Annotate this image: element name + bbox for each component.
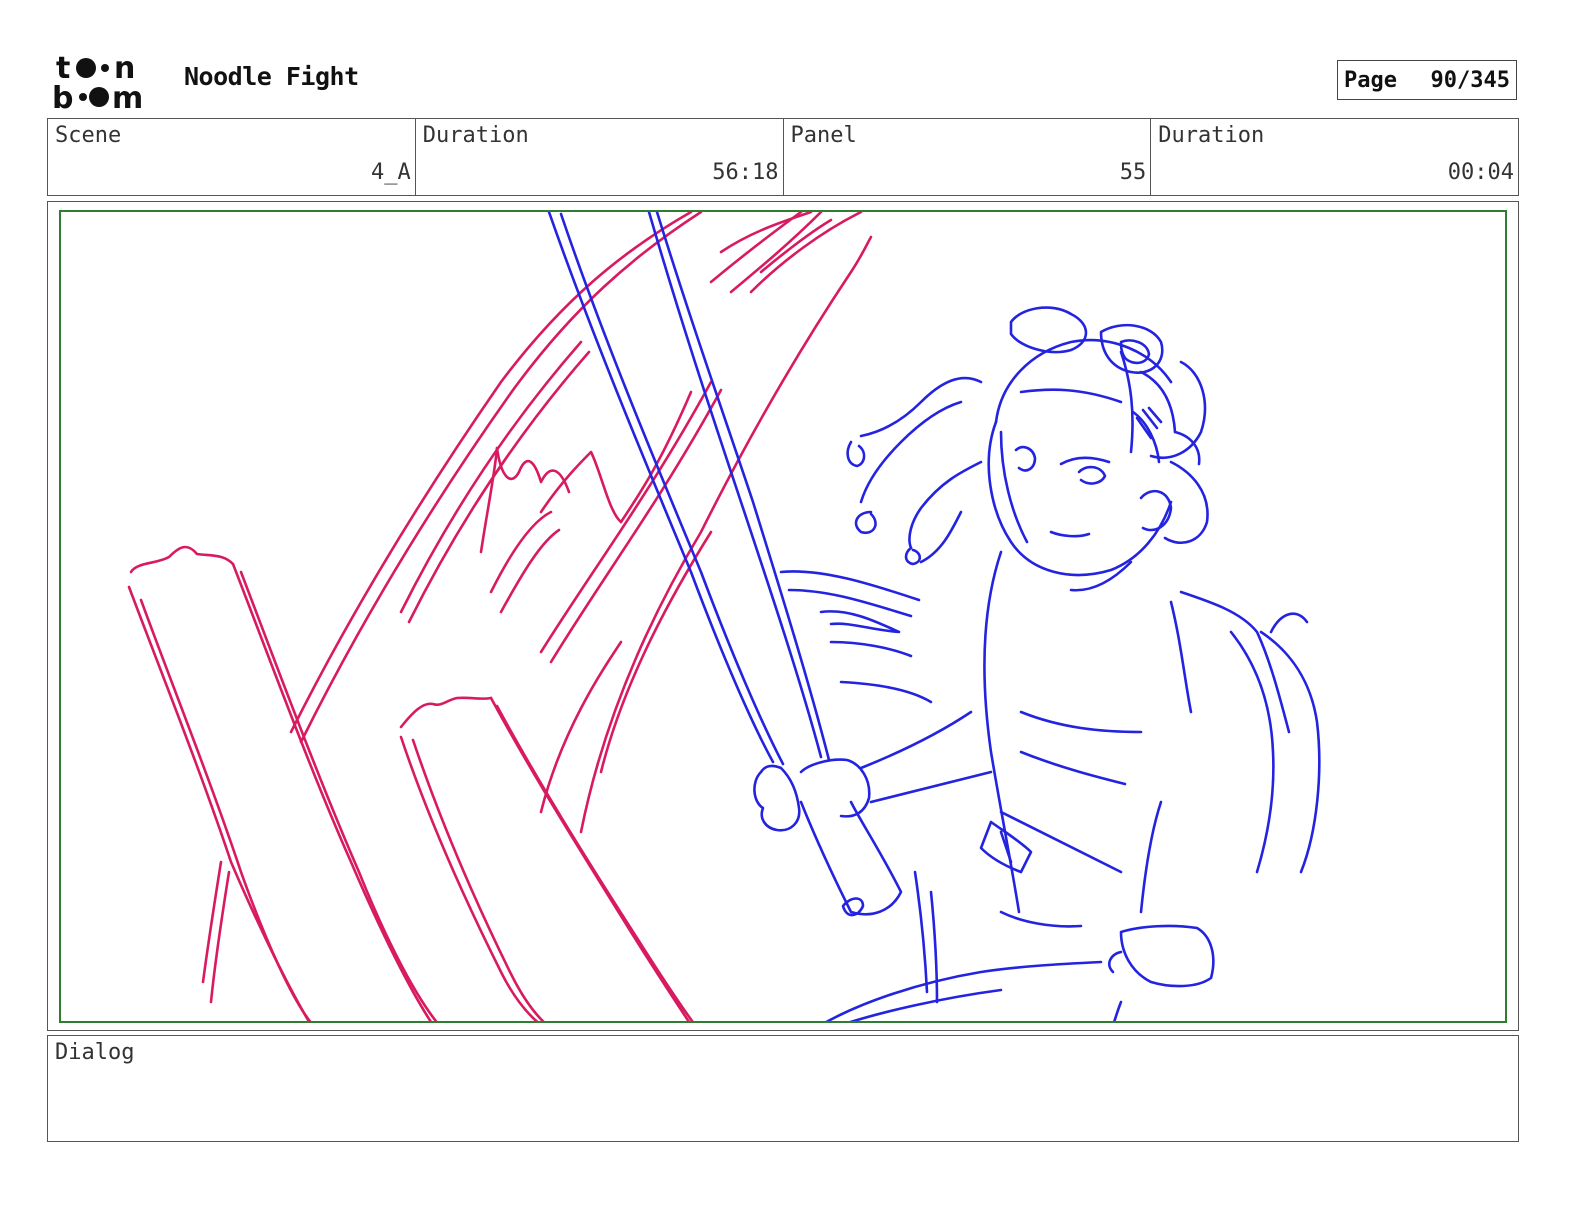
dialog-label: Dialog: [55, 1040, 135, 1065]
page-value: 90/345: [1430, 67, 1510, 93]
panel-duration-value: 00:04: [1447, 160, 1514, 185]
panel-frame: [47, 201, 1519, 1031]
panel-duration-label: Duration: [1158, 123, 1265, 148]
scene-info-row: Scene 4_A Duration 56:18 Panel 55 Durati…: [47, 118, 1519, 196]
scene-label: Scene: [55, 123, 122, 148]
scene-duration-cell: Duration 56:18: [416, 119, 784, 195]
toon-boom-logo: t n b m: [52, 50, 164, 116]
panel-duration-cell: Duration 00:04: [1151, 119, 1518, 195]
scene-duration-value: 56:18: [712, 160, 779, 185]
panel-value: 55: [1119, 160, 1147, 185]
storyboard-sketch: [127, 212, 1321, 1021]
dialog-box: Dialog: [47, 1035, 1519, 1142]
panel-drawing-area: [59, 210, 1507, 1023]
background-sketch-layer: [127, 212, 873, 1021]
scene-value: 4_A: [371, 160, 411, 185]
project-title: Noodle Fight: [184, 62, 359, 91]
page-counter: Page 90/345: [1337, 60, 1517, 100]
panel-cell: Panel 55: [784, 119, 1152, 195]
svg-text:m: m: [112, 81, 143, 112]
scene-cell: Scene 4_A: [48, 119, 416, 195]
character-sketch-layer: [547, 212, 1321, 1021]
page-label: Page: [1344, 67, 1397, 93]
svg-text:b: b: [52, 81, 73, 112]
panel-label: Panel: [790, 123, 857, 148]
scene-duration-label: Duration: [422, 123, 529, 148]
